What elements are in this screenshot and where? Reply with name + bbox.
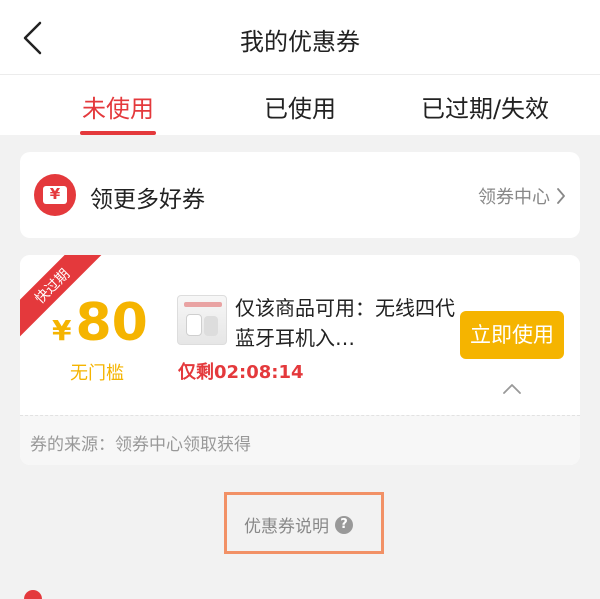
coupon-source-bar: 券的来源：领券中心领取获得 xyxy=(20,415,580,465)
tab-used[interactable]: 已使用 xyxy=(262,89,338,124)
help-icon: ? xyxy=(335,515,353,534)
tab-bar: 未使用 已使用 已过期/失效 xyxy=(0,75,600,135)
coupon-explanation-label: 优惠券说明 xyxy=(244,517,329,537)
tab-expired[interactable]: 已过期/失效 xyxy=(414,89,556,124)
tab-unused[interactable]: 未使用 xyxy=(80,89,156,124)
page-title: 我的优惠券 xyxy=(240,28,360,56)
top-bar: 我的优惠券 xyxy=(0,0,600,75)
coupon-description: 仅该商品可用：无线四代蓝牙耳机入… xyxy=(235,296,455,350)
coupon-center-label: 领券中心 xyxy=(478,187,550,208)
coupon-center-link[interactable]: 领券中心 xyxy=(478,183,566,209)
chevron-up-icon[interactable] xyxy=(502,383,522,395)
coupon-amount: 80 xyxy=(75,293,148,353)
next-item-icon xyxy=(24,590,42,599)
coupon-card: 快过期 ¥ 80 无门槛 仅该商品可用：无线四代蓝牙耳机入… 仅剩02:08:1… xyxy=(20,255,580,465)
chevron-right-icon xyxy=(557,188,565,204)
coupon-threshold: 无门槛 xyxy=(70,363,124,384)
coupon-main: 快过期 ¥ 80 无门槛 仅该商品可用：无线四代蓝牙耳机入… 仅剩02:08:1… xyxy=(20,255,580,415)
coupon-value: ¥ 80 xyxy=(52,297,148,349)
active-tab-indicator xyxy=(80,131,156,135)
coupon-explanation-link[interactable]: 优惠券说明 ? xyxy=(244,512,353,537)
earbuds-product-thumbnail[interactable] xyxy=(177,295,227,345)
more-coupons-label: 领更多好券 xyxy=(90,187,205,213)
more-coupons-card[interactable]: ¥ 领更多好券 领券中心 xyxy=(20,152,580,238)
use-now-button[interactable]: 立即使用 xyxy=(460,311,564,359)
currency-symbol: ¥ xyxy=(52,314,72,347)
coupon-countdown: 仅剩02:08:14 xyxy=(178,362,304,383)
coupon-source: 券的来源：领券中心领取获得 xyxy=(30,435,251,455)
coupon-yen-icon: ¥ xyxy=(34,174,76,216)
